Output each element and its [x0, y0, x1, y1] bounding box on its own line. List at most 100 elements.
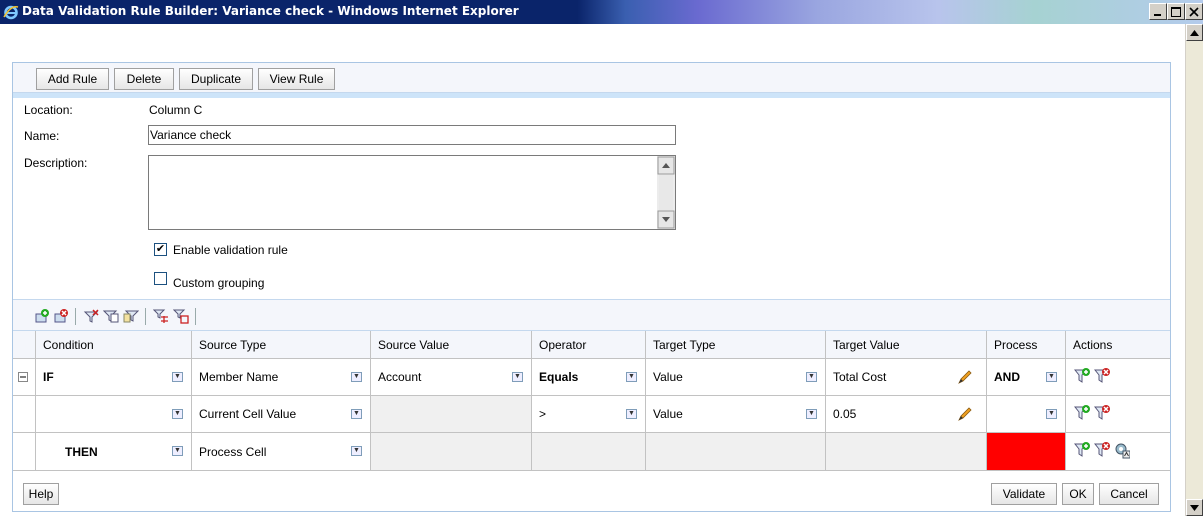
- source-value-value: Account: [378, 370, 422, 384]
- table-row: IF ▼ Member Name ▼ Account ▼ Equals ▼ Value ▼…: [13, 359, 1170, 396]
- header-target-value: Target Value: [826, 331, 987, 358]
- dropdown-arrow-icon[interactable]: ▼: [351, 372, 362, 382]
- description-label: Description:: [24, 156, 88, 170]
- scroll-down-button[interactable]: [1186, 499, 1203, 516]
- add-condition-group-icon[interactable]: [34, 308, 50, 324]
- header-expander: [13, 331, 36, 358]
- minus-box-icon: [18, 372, 28, 382]
- close-button[interactable]: [1185, 3, 1203, 20]
- footer-bar: Help Validate OK Cancel: [13, 475, 1170, 511]
- minimize-button[interactable]: [1149, 3, 1167, 20]
- dropdown-arrow-icon[interactable]: ▼: [626, 409, 637, 419]
- source-value-cell-disabled: [371, 396, 532, 432]
- paste-condition-icon[interactable]: [123, 308, 139, 324]
- target-type-value: Value: [653, 407, 683, 421]
- source-type-select[interactable]: Current Cell Value ▼: [192, 396, 371, 432]
- header-source-type: Source Type: [192, 331, 371, 358]
- custom-grouping-checkbox[interactable]: [154, 272, 167, 285]
- delete-condition-group-icon[interactable]: [53, 308, 69, 324]
- delete-condition-icon[interactable]: [1094, 404, 1110, 422]
- source-type-select[interactable]: Process Cell ▼: [192, 433, 371, 470]
- name-label: Name:: [24, 129, 60, 143]
- dropdown-arrow-icon[interactable]: ▼: [351, 446, 362, 456]
- down-arrow-icon: [1190, 504, 1199, 511]
- delete-condition-icon[interactable]: [1094, 367, 1110, 385]
- delete-button[interactable]: Delete: [114, 68, 174, 90]
- process-cell-settings-icon[interactable]: [1114, 441, 1130, 459]
- source-type-value: Process Cell: [199, 444, 267, 459]
- dropdown-arrow-icon[interactable]: ▼: [806, 372, 817, 382]
- minimize-icon: [1154, 13, 1161, 16]
- condition-value: IF: [43, 370, 54, 384]
- add-condition-icon[interactable]: [1074, 441, 1090, 459]
- dropdown-arrow-icon[interactable]: ▼: [1046, 372, 1057, 382]
- condition-select[interactable]: ▼: [36, 396, 192, 432]
- rule-toolbar: Add Rule Delete Duplicate View Rule: [13, 63, 1170, 93]
- condition-select[interactable]: THEN ▼: [36, 433, 192, 470]
- target-value-cell[interactable]: 0.05: [826, 396, 987, 432]
- source-type-value: Current Cell Value: [199, 407, 297, 421]
- scroll-track: [657, 156, 675, 229]
- location-label: Location:: [24, 103, 73, 117]
- location-value: Column C: [149, 103, 203, 117]
- target-type-select[interactable]: Value ▼: [646, 359, 826, 395]
- validate-button[interactable]: Validate: [991, 483, 1057, 505]
- operator-select[interactable]: > ▼: [532, 396, 646, 432]
- add-condition-icon[interactable]: [1074, 367, 1090, 385]
- dropdown-arrow-icon[interactable]: ▼: [512, 372, 523, 382]
- view-rule-button[interactable]: View Rule: [258, 68, 335, 90]
- target-type-value: Value: [653, 370, 683, 384]
- up-arrow-icon: [1190, 29, 1199, 36]
- target-type-select[interactable]: Value ▼: [646, 396, 826, 432]
- table-row: ▼ Current Cell Value ▼ > ▼ Value ▼ 0.05 ▼: [13, 396, 1170, 433]
- operator-select[interactable]: Equals ▼: [532, 359, 646, 395]
- ungroup-conditions-icon[interactable]: [173, 308, 189, 324]
- dropdown-arrow-icon[interactable]: ▼: [172, 409, 183, 419]
- ie-logo-icon: [3, 5, 19, 20]
- delete-condition-icon[interactable]: [1094, 441, 1110, 459]
- target-type-cell-disabled: [646, 433, 826, 470]
- cancel-button[interactable]: Cancel: [1099, 483, 1159, 505]
- group-conditions-icon[interactable]: [153, 308, 169, 324]
- description-textarea[interactable]: [148, 155, 676, 230]
- dropdown-arrow-icon[interactable]: ▼: [1046, 409, 1057, 419]
- help-button[interactable]: Help: [23, 483, 59, 505]
- cut-condition-icon[interactable]: [83, 308, 99, 324]
- source-type-select[interactable]: Member Name ▼: [192, 359, 371, 395]
- add-rule-button[interactable]: Add Rule: [36, 68, 109, 90]
- source-value-select[interactable]: Account ▼: [371, 359, 532, 395]
- dropdown-arrow-icon[interactable]: ▼: [172, 446, 183, 456]
- process-select[interactable]: ▼: [987, 396, 1066, 432]
- add-condition-icon[interactable]: [1074, 404, 1090, 422]
- page-scrollbar[interactable]: [1185, 24, 1203, 516]
- process-value: AND: [994, 370, 1020, 384]
- dropdown-arrow-icon[interactable]: ▼: [806, 409, 817, 419]
- enable-rule-checkbox[interactable]: ✔: [154, 243, 167, 256]
- actions-cell: [1066, 396, 1170, 432]
- process-select[interactable]: AND ▼: [987, 359, 1066, 395]
- source-type-value: Member Name: [199, 370, 279, 384]
- target-value-cell[interactable]: Total Cost: [826, 359, 987, 395]
- name-input[interactable]: Variance check: [148, 125, 676, 145]
- target-value-value: Total Cost: [833, 370, 887, 384]
- maximize-button[interactable]: [1167, 3, 1185, 20]
- ok-button[interactable]: OK: [1062, 483, 1094, 505]
- source-value-cell-disabled: [371, 433, 532, 470]
- copy-condition-icon[interactable]: [103, 308, 119, 324]
- description-scrollbar[interactable]: [657, 156, 675, 229]
- window-title: Data Validation Rule Builder: Variance c…: [22, 4, 519, 18]
- condition-select[interactable]: IF ▼: [36, 359, 192, 395]
- pencil-icon[interactable]: [957, 406, 973, 422]
- dropdown-arrow-icon[interactable]: ▼: [351, 409, 362, 419]
- pencil-icon[interactable]: [957, 369, 973, 385]
- duplicate-button[interactable]: Duplicate: [179, 68, 253, 90]
- target-value-cell-disabled: [826, 433, 987, 470]
- dropdown-arrow-icon[interactable]: ▼: [172, 372, 183, 382]
- dropdown-arrow-icon[interactable]: ▼: [626, 372, 637, 382]
- header-source-value: Source Value: [371, 331, 532, 358]
- process-cell-color-swatch[interactable]: [987, 433, 1066, 470]
- header-condition: Condition: [36, 331, 192, 358]
- toolbar-separator: [75, 308, 76, 325]
- scroll-up-button[interactable]: [1186, 24, 1203, 41]
- collapse-toggle[interactable]: [13, 359, 36, 395]
